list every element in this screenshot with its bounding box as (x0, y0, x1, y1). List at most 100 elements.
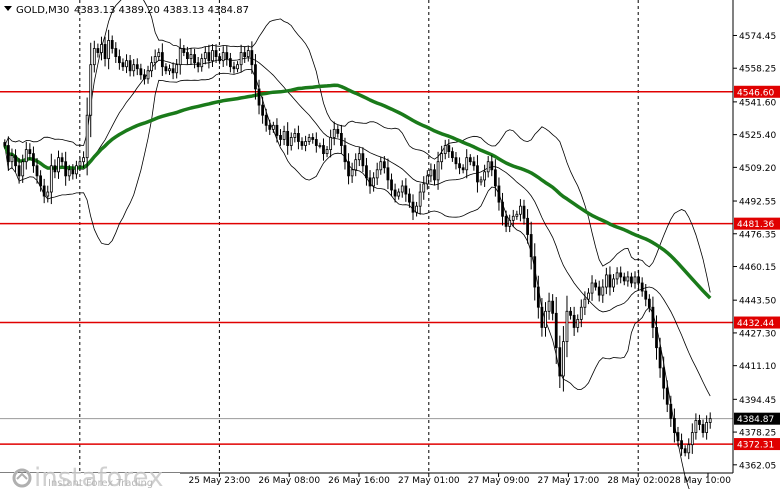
candle-body-down (336, 128, 340, 134)
candle-body-down (540, 306, 544, 328)
candle-body-up (694, 420, 698, 433)
candle-body-down (504, 215, 508, 227)
candle-body-up (443, 145, 447, 155)
y-tick-label: 4476.35 (739, 230, 776, 240)
candle-body-up (307, 137, 311, 142)
candle-body-up (705, 422, 709, 433)
candle-body-up (189, 54, 193, 60)
candle-body-down (14, 155, 17, 167)
candle-body-down (361, 153, 365, 167)
candle-body-up (132, 64, 136, 72)
candle-body-up (486, 161, 490, 173)
candle-body-up (436, 161, 440, 181)
candle-body-up (10, 155, 14, 163)
candle-body-down (536, 286, 540, 308)
candle-body-up (200, 58, 204, 68)
candle-body-up (375, 169, 379, 179)
y-tick-label: 4427.30 (739, 329, 776, 339)
candle-body-down (17, 165, 21, 177)
candle-body-down (261, 104, 264, 116)
candle-body-down (214, 50, 218, 57)
candle-body-down (393, 189, 397, 197)
candle-body-up (125, 60, 128, 68)
chart-window: 4574.45 4558.25 4541.60 4525.40 4509.20 4492.… (0, 0, 781, 493)
candle-body-down (39, 175, 42, 187)
candle-body-down (472, 161, 476, 167)
candle-body-down (669, 403, 673, 419)
candle-body-down (186, 52, 189, 60)
y-tick-label: 4574.45 (739, 32, 776, 42)
x-tick-label: 25 May 23:00 (189, 476, 251, 486)
candle-body-up (107, 40, 111, 60)
candle-body-up (397, 191, 401, 197)
candle-body-up (211, 50, 214, 62)
watermark-tagline: Instant Forex Trading (48, 478, 153, 489)
candle-body-down (619, 272, 623, 278)
candle-body-down (228, 58, 232, 68)
gold-m30-chart[interactable]: 4574.45 4558.25 4541.60 4525.40 4509.20 4492.… (0, 0, 781, 493)
candle-body-down (468, 157, 472, 163)
candle-body-up (615, 272, 619, 280)
candle-body-down (314, 139, 318, 146)
candle-body-down (637, 276, 640, 284)
candle-body-up (221, 52, 225, 62)
candle-body-down (3, 142, 7, 146)
candle-body-down (225, 52, 229, 60)
y-tick-label: 4460.15 (739, 263, 776, 273)
candle-body-up (157, 52, 161, 57)
candle-body-up (422, 183, 426, 193)
candle-body-down (117, 56, 121, 64)
candle-body-down (300, 141, 304, 146)
candle-body-up (633, 276, 637, 284)
candle-body-down (275, 124, 279, 136)
candle-body-up (175, 64, 179, 74)
candle-body-down (572, 314, 576, 328)
candle-body-up (150, 62, 153, 72)
candle-body-down (207, 52, 211, 62)
candle-body-up (400, 185, 404, 193)
candle-body-up (67, 169, 71, 177)
candle-body-down (644, 290, 648, 300)
candle-body-up (508, 219, 512, 227)
candle-body-down (551, 300, 555, 314)
x-tick-label: 27 May 09:00 (468, 476, 530, 486)
candle-body-down (647, 298, 651, 308)
x-tick-label: 26 May 08:00 (258, 476, 320, 486)
candle-body-down (382, 161, 386, 169)
x-tick-label: 28 May 10:00 (669, 476, 731, 486)
candle-body-down (662, 367, 666, 389)
candle-body-up (425, 175, 429, 185)
candle-body-up (78, 161, 82, 167)
candle-body-down (28, 149, 32, 155)
candle-body-down (476, 165, 479, 183)
candle-body-up (576, 318, 580, 328)
candle-body-up (690, 432, 694, 446)
y-tick-label: 4558.25 (739, 65, 776, 75)
candle-body-up (590, 282, 594, 294)
candle-body-down (160, 52, 164, 68)
candle-body-down (340, 133, 343, 146)
candle-body-up (21, 161, 25, 177)
candle-body-up (429, 169, 433, 177)
y-tick-label: 4443.50 (739, 297, 776, 307)
candle-body-down (554, 312, 558, 349)
candle-body-down (193, 54, 196, 64)
candle-body-up (236, 64, 239, 70)
candle-body-up (465, 157, 469, 171)
candle-body-down (390, 179, 393, 191)
candle-body-down (35, 165, 39, 177)
candle-body-down (279, 135, 282, 140)
candle-body-down (32, 153, 35, 167)
candle-body-down (268, 124, 272, 130)
candle-body-down (143, 74, 146, 80)
candle-body-down (676, 432, 680, 442)
current-price-label: 4384.87 (737, 415, 774, 425)
candle-body-down (343, 145, 347, 163)
candle-body-up (271, 124, 275, 130)
candle-body-up (89, 64, 93, 116)
x-tick-label: 27 May 17:00 (538, 476, 600, 486)
ohlc-readout: 4383.13 4389.20 4383.13 4384.87 (74, 5, 249, 16)
candle-body-down (569, 310, 572, 316)
candle-body-up (708, 418, 712, 423)
candle-body-down (497, 185, 501, 203)
